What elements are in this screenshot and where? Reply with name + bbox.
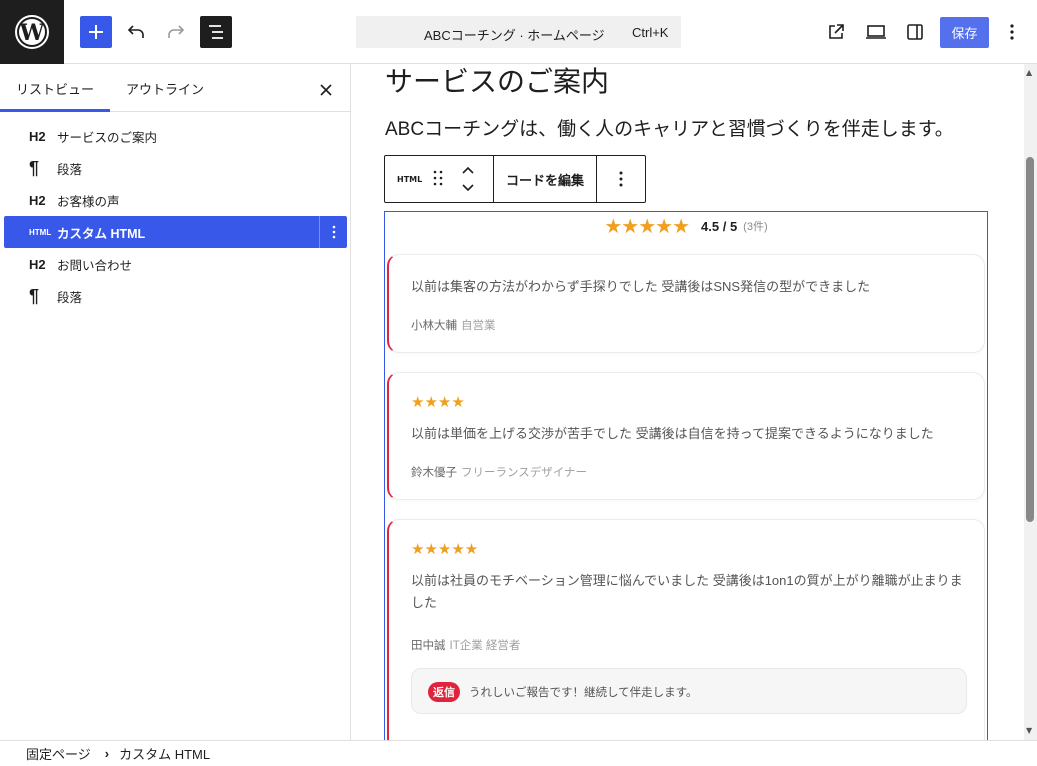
author-role: 自営業 (461, 320, 496, 332)
sidebar-toggle-icon (907, 24, 923, 40)
paragraph-icon: ¶ (29, 286, 40, 306)
more-vertical-icon (332, 225, 335, 239)
author-role: フリーランスデザイナー (461, 467, 588, 479)
edit-code-button[interactable]: コードを編集 (494, 156, 597, 202)
external-link-icon (829, 24, 844, 39)
heading-icon: H2 (29, 128, 46, 144)
undo-button[interactable] (120, 16, 152, 48)
chevron-right-icon: › (104, 746, 110, 761)
close-icon (320, 84, 332, 96)
add-block-button[interactable] (80, 16, 112, 48)
tree-item-heading-testimonials[interactable]: H2 お客様の声 (4, 184, 347, 216)
html-icon: HTML (397, 175, 423, 184)
options-menu-button[interactable] (996, 16, 1028, 48)
close-sidebar-button[interactable] (312, 76, 340, 104)
redo-icon (168, 25, 185, 38)
active-tab-indicator (0, 109, 110, 112)
reply-badge: 返信 (428, 682, 460, 702)
author-name: 鈴木優子 (411, 467, 457, 479)
block-toolbar: HTML コードを編集 (384, 155, 646, 203)
more-vertical-icon (619, 171, 623, 187)
tree-item-heading-contact[interactable]: H2 お問い合わせ (4, 248, 347, 280)
tree-item-label: 段落 (57, 290, 83, 305)
breadcrumb-current: カスタム HTML (119, 747, 211, 762)
review-text: 以前は集客の方法がわからず手探りでした 受講後はSNS発信の型ができました (411, 279, 871, 294)
tab-outline[interactable]: アウトライン (126, 64, 204, 112)
reply-text: うれしいご報告です！継続して伴走します。 (469, 687, 698, 699)
review-author: 小林大輔 自営業 (411, 317, 496, 333)
svg-text:W: W (19, 20, 45, 46)
tree-item-options-button[interactable] (319, 216, 347, 248)
sidebar-tabs: リストビュー アウトライン (0, 64, 350, 112)
heading-icon: H2 (29, 192, 46, 208)
tree-item-label: サービスのご案内 (57, 130, 158, 145)
desktop-icon (866, 25, 886, 39)
owner-reply: 返信 うれしいご報告です！継続して伴走します。 (411, 668, 967, 714)
move-up-down-icon[interactable] (461, 164, 475, 194)
block-options-button[interactable] (597, 156, 645, 202)
block-breadcrumb: 固定ページ › カスタム HTML (0, 740, 1037, 766)
command-palette-bar[interactable]: ABCコーチング · ホームページ Ctrl+K (356, 16, 681, 48)
save-button[interactable]: 保存 (940, 17, 989, 48)
review-count: (3件) (743, 221, 768, 233)
tab-list-view[interactable]: リストビュー (16, 64, 94, 112)
undo-icon (127, 25, 144, 38)
editor-header: W ABCコーチング · ホームページ Ctrl+K 保存 (0, 0, 1037, 64)
review-text: 以前は単価を上げる交渉が苦手でした 受講後は自信を持って提案できるようになりまし… (411, 426, 934, 441)
plus-icon (89, 25, 103, 39)
wordpress-logo-icon[interactable]: W (0, 0, 64, 64)
command-shortcut: Ctrl+K (632, 25, 669, 40)
review-text: 以前は社員のモチベーション管理に悩んでいました 受講後は1on1の質が上がり離職… (411, 573, 963, 610)
device-preview-button[interactable] (860, 16, 892, 48)
breadcrumb-root[interactable]: 固定ページ (26, 744, 91, 763)
tree-item-paragraph[interactable]: ¶ 段落 (4, 280, 347, 312)
author-name: 田中誠 (411, 640, 446, 652)
review-author: 田中誠 IT企業 経営者 (411, 637, 520, 653)
document-overview-button[interactable] (200, 16, 232, 48)
list-view-sidebar: リストビュー アウトライン H2 サービスのご案内 ¶ 段落 H2 お客様の声 (0, 64, 351, 740)
list-view-icon (209, 25, 223, 39)
page-heading[interactable]: サービスのご案内 (385, 64, 609, 100)
block-tree: H2 サービスのご案内 ¶ 段落 H2 お客様の声 HTML カスタム HTML (0, 120, 351, 312)
tree-item-heading-services[interactable]: H2 サービスのご案内 (4, 120, 347, 152)
document-title: ABCコーチング · ホームページ (424, 28, 605, 43)
review-card: ★★★★★ 以前は社員のモチベーション管理に悩んでいました 受講後は1on1の質… (387, 519, 985, 740)
html-icon: HTML (29, 227, 52, 237)
settings-sidebar-button[interactable] (899, 16, 931, 48)
review-card: ★★★★ 以前は単価を上げる交渉が苦手でした 受講後は自信を持って提案できるよう… (387, 372, 985, 500)
paragraph-icon: ¶ (29, 158, 40, 178)
rating-score: 4.5 / 5 (701, 218, 738, 234)
canvas-scrollbar[interactable]: ▲ ▼ (1024, 64, 1037, 740)
scrollbar-thumb[interactable] (1026, 157, 1034, 522)
rating-stars: ★★★★★ (604, 214, 690, 238)
block-type-switcher[interactable]: HTML (385, 156, 494, 202)
author-role: IT企業 経営者 (449, 640, 521, 652)
heading-icon: H2 (29, 256, 46, 272)
page-paragraph[interactable]: ABCコーチングは、働く人のキャリアと習慣づくりを伴走します。 (385, 114, 954, 141)
block-editor: W ABCコーチング · ホームページ Ctrl+K 保存 リストビュー アウト… (0, 0, 1037, 766)
tree-item-paragraph[interactable]: ¶ 段落 (4, 152, 347, 184)
tree-item-custom-html[interactable]: HTML カスタム HTML (4, 216, 347, 248)
drag-handle-icon[interactable] (433, 170, 443, 186)
tree-item-label: お問い合わせ (57, 258, 133, 273)
view-page-button[interactable] (820, 16, 852, 48)
redo-button[interactable] (160, 16, 192, 48)
rating-summary: ★★★★★ 4.5 / 5 (3件) (385, 212, 987, 240)
tree-item-label: 段落 (57, 162, 83, 177)
review-card: 以前は集客の方法がわからず手探りでした 受講後はSNS発信の型ができました 小林… (387, 254, 985, 353)
tree-item-label: お客様の声 (57, 194, 120, 209)
author-name: 小林大輔 (411, 320, 457, 332)
custom-html-block[interactable]: ★★★★★ 4.5 / 5 (3件) 以前は集客の方法がわからず手探りでした 受… (384, 211, 988, 740)
more-vertical-icon (1010, 24, 1014, 40)
tree-item-label: カスタム HTML (57, 226, 146, 241)
scroll-up-arrow-icon[interactable]: ▲ (1026, 68, 1032, 77)
editor-canvas: サービスのご案内 ABCコーチングは、働く人のキャリアと習慣づくりを伴走します。… (352, 64, 1024, 740)
review-stars: ★★★★ (411, 393, 465, 411)
review-stars: ★★★★★ (411, 540, 479, 558)
scroll-down-arrow-icon[interactable]: ▼ (1026, 726, 1032, 735)
review-author: 鈴木優子 フリーランスデザイナー (411, 464, 587, 480)
